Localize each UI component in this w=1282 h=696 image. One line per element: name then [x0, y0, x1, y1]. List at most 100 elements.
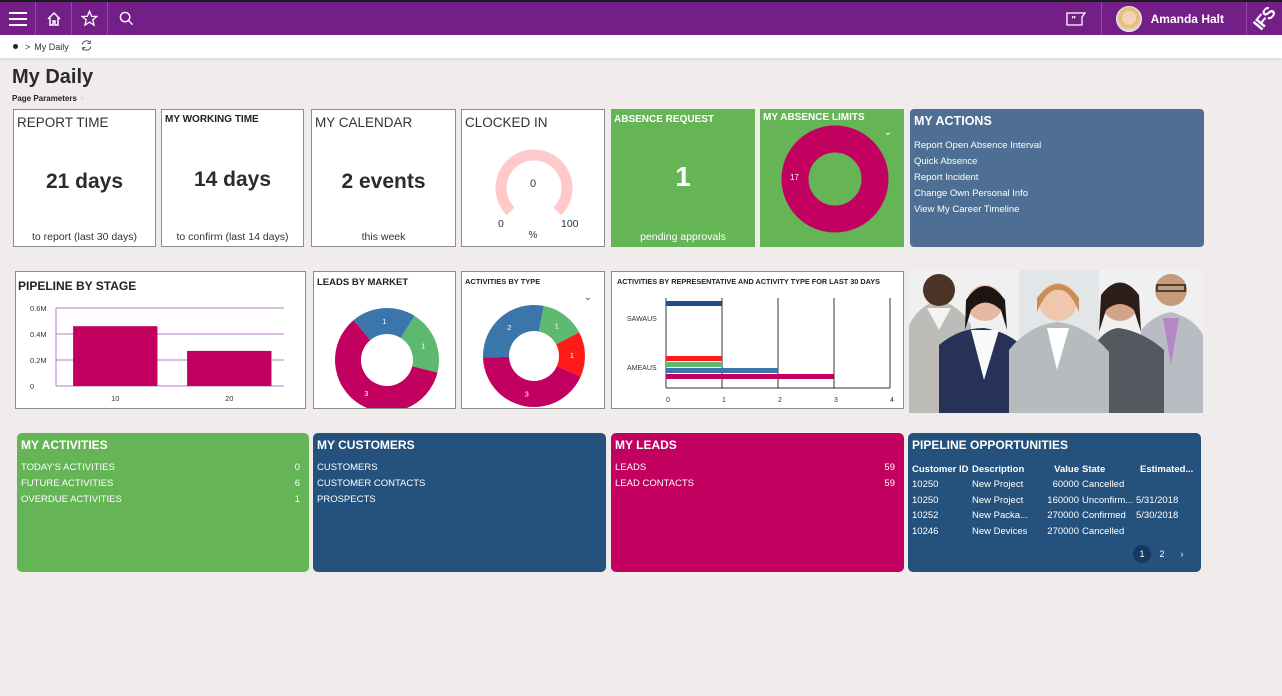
list-item[interactable]: TODAY'S ACTIVITIES 0 [21, 460, 300, 476]
refresh-button[interactable] [80, 39, 93, 54]
absence-limits-tile[interactable]: MY ABSENCE LIMITS 17 ⌄ [760, 109, 904, 247]
cell-description: New Project [972, 494, 1024, 506]
pipeline-opportunities-card: PIPELINE OPPORTUNITIES Customer ID Descr… [908, 433, 1201, 572]
chevron-down-icon: ▾ [79, 94, 84, 103]
cell-description: New Packa... [972, 510, 1028, 522]
opportunities-table: Customer ID Description Value State Esti… [912, 461, 1196, 539]
item-label: CUSTOMERS [317, 462, 378, 473]
tile-subtitle: this week [361, 231, 406, 243]
bar [666, 301, 722, 306]
x-tick-label: 3 [834, 397, 838, 404]
y-tick-label: 0.2M [30, 356, 47, 365]
list-item[interactable]: OVERDUE ACTIVITIES 1 [21, 492, 300, 508]
menu-button[interactable] [0, 2, 36, 35]
avatar [1115, 5, 1142, 32]
top-bar-spacer [144, 2, 1052, 35]
cell-estimated [1136, 477, 1196, 493]
chevron-down-icon[interactable]: ⌄ [884, 127, 892, 138]
y-tick-label: 0.4M [30, 330, 47, 339]
activities-by-type-chart[interactable]: ACTIVITIES BY TYPE ⌄ 1132 [461, 271, 605, 409]
svg-text:”: ” [1071, 15, 1076, 24]
item-count: 6 [294, 478, 300, 489]
favorites-button[interactable] [72, 2, 108, 35]
logo-text: IFS [1249, 3, 1279, 34]
column-header[interactable]: Customer ID [912, 461, 972, 477]
column-header[interactable]: Estimated... [1136, 461, 1196, 477]
leads-by-market-chart[interactable]: LEADS BY MARKET 113 [313, 271, 456, 409]
absence-request-tile[interactable]: ABSENCE REQUEST 1 pending approvals [611, 109, 755, 247]
home-button[interactable] [36, 2, 72, 35]
cell-state: Confirmed [1082, 510, 1126, 522]
next-page-button[interactable]: › [1173, 545, 1191, 563]
tile-subtitle: to confirm (last 14 days) [176, 231, 289, 243]
action-link[interactable]: Change Own Personal Info [914, 186, 1041, 202]
item-count: 59 [884, 462, 895, 473]
tile-value: 21 days [45, 170, 124, 193]
table-row[interactable]: 10250 New Project 60000 Cancelled [912, 477, 1196, 493]
cell-value: 270000 [1047, 526, 1079, 538]
activities-hbar-plot: 0 1 2 3 4 SAWAUS AMEAUS [627, 298, 894, 404]
y-tick-label: 0 [30, 382, 34, 391]
action-link[interactable]: Report Incident [914, 170, 1041, 186]
page-button-1[interactable]: 1 [1133, 545, 1151, 563]
report-time-tile[interactable]: REPORT TIME 21 days to report (last 30 d… [13, 109, 156, 247]
pagination: 1 2 › [1131, 545, 1191, 563]
column-header[interactable]: State [1082, 461, 1136, 477]
working-time-tile[interactable]: MY WORKING TIME 14 days to confirm (last… [161, 109, 304, 247]
list-item[interactable]: CUSTOMERS [317, 460, 597, 476]
bar [73, 326, 158, 386]
card-list: LEADS 59 LEAD CONTACTS 59 [615, 460, 895, 492]
cell-estimated [1136, 524, 1196, 540]
page-button-2[interactable]: 2 [1153, 545, 1171, 563]
slice-label: 1 [570, 351, 574, 360]
star-icon [81, 10, 98, 27]
activities-by-rep-chart[interactable]: ACTIVITIES BY REPRESENTATIVE AND ACTIVIT… [611, 271, 904, 409]
item-count: 0 [294, 462, 300, 473]
list-item[interactable]: LEAD CONTACTS 59 [615, 476, 895, 492]
breadcrumb-home-dot[interactable] [13, 44, 18, 49]
cell-estimated: 5/31/2018 [1136, 494, 1179, 506]
refresh-icon [81, 40, 91, 51]
x-tick-label: 10 [111, 394, 119, 403]
user-menu[interactable]: Amanda Halt [1102, 2, 1247, 35]
cell-estimated: 5/30/2018 [1136, 510, 1179, 522]
column-header[interactable]: Value [1041, 461, 1082, 477]
item-count: 59 [884, 478, 895, 489]
cell-state: Cancelled [1082, 526, 1125, 538]
gauge-max: 100 [561, 218, 579, 230]
action-link[interactable]: Quick Absence [914, 154, 1041, 170]
hamburger-menu-icon [8, 11, 27, 26]
list-item[interactable]: CUSTOMER CONTACTS [317, 476, 597, 492]
table-row[interactable]: 10252 New Packa... 270000 Confirmed 5/30… [912, 508, 1196, 524]
x-tick-label: 20 [225, 394, 233, 403]
column-header[interactable]: Description [972, 461, 1041, 477]
item-label: OVERDUE ACTIVITIES [21, 494, 122, 505]
item-label: LEAD CONTACTS [615, 478, 695, 489]
x-tick-label: 4 [890, 397, 894, 404]
tile-title: MY ACTIONS [914, 114, 992, 128]
cell-value: 60000 [1052, 479, 1079, 491]
list-item[interactable]: FUTURE ACTIVITIES 6 [21, 476, 300, 492]
action-link[interactable]: View My Career Timeline [914, 202, 1041, 218]
table-header-row: Customer ID Description Value State Esti… [912, 461, 1196, 477]
table-row[interactable]: 10246 New Devices 270000 Cancelled [912, 524, 1196, 540]
card-list: TODAY'S ACTIVITIES 0 FUTURE ACTIVITIES 6 O… [21, 460, 300, 508]
search-button[interactable] [108, 2, 144, 35]
action-link[interactable]: Report Open Absence Interval [914, 138, 1041, 154]
item-label: LEADS [615, 462, 647, 473]
user-name: Amanda Halt [1150, 11, 1224, 26]
list-item[interactable]: LEADS 59 [615, 460, 895, 476]
y-tick-label: AMEAUS [627, 365, 657, 372]
tile-title: REPORT TIME [17, 115, 109, 130]
home-icon [46, 11, 61, 26]
my-activities-card: MY ACTIVITIES TODAY'S ACTIVITIES 0 FUTURE… [17, 433, 309, 572]
item-count: 1 [294, 494, 300, 505]
table-row[interactable]: 10250 New Project 160000 Unconfirm... 5/… [912, 493, 1196, 509]
list-item[interactable]: PROSPECTS [317, 492, 597, 508]
calendar-tile[interactable]: MY CALENDAR 2 events this week [311, 109, 456, 247]
pipeline-by-stage-chart[interactable]: PIPELINE BY STAGE 0 0.2M 0.4M 0.6M 10 20 [15, 271, 306, 409]
slice-label: 1 [382, 317, 386, 326]
page-parameters-toggle[interactable]: Page Parameters ▾ [12, 94, 84, 103]
clocked-in-tile[interactable]: CLOCKED IN 0 0 100 % [461, 109, 605, 247]
chat-button[interactable]: ” [1052, 2, 1102, 35]
